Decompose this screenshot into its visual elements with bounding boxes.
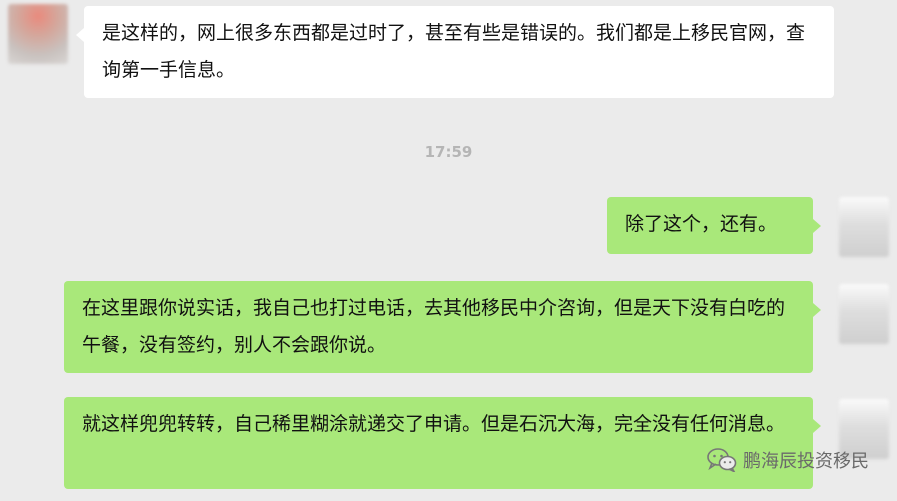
- message-text: 除了这个，还有。: [625, 213, 778, 235]
- message-text: 就这样兜兜转转，自己稀里糊涂就递交了申请。但是石沉大海，完全没有任何消息。: [82, 413, 786, 435]
- message-text: 在这里跟你说实话，我自己也打过电话，去其他移民中介咨询，但是天下没有白吃的午餐，…: [82, 297, 786, 356]
- timestamp: 17:59: [424, 143, 473, 161]
- message-bubble-sent[interactable]: 除了这个，还有。: [607, 197, 821, 254]
- message-bubble-sent[interactable]: 就这样兜兜转转，自己稀里糊涂就递交了申请。但是石沉大海，完全没有任何消息。: [64, 397, 821, 489]
- wechat-icon: [707, 448, 737, 472]
- message-bubble-sent[interactable]: 在这里跟你说实话，我自己也打过电话，去其他移民中介咨询，但是天下没有白吃的午餐，…: [64, 281, 821, 373]
- user-avatar[interactable]: [839, 284, 889, 344]
- message-text: 是这样的，网上很多东西都是过时了，甚至有些是错误的。我们都是上移民官网，查询第一…: [102, 22, 806, 81]
- watermark-text: 鹏海辰投资移民: [743, 451, 869, 472]
- contact-avatar[interactable]: [8, 4, 68, 64]
- message-bubble-received[interactable]: 是这样的，网上很多东西都是过时了，甚至有些是错误的。我们都是上移民官网，查询第一…: [76, 6, 834, 98]
- watermark: 鹏海辰投资移民: [707, 447, 869, 473]
- user-avatar[interactable]: [839, 197, 889, 257]
